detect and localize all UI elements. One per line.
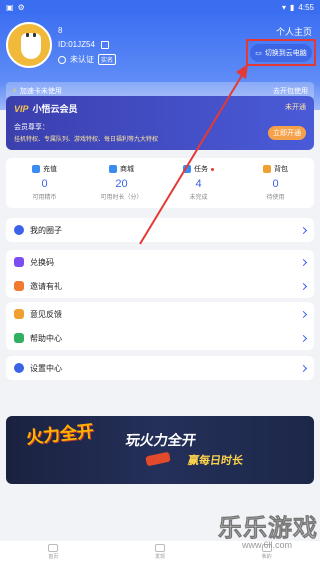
avatar[interactable] [6,22,52,68]
circle-icon [14,225,24,235]
chevron-right-icon [299,364,308,372]
vip-title: 小悟云会员 [32,104,78,114]
backpack-icon [263,165,271,173]
stat-desc: 可用时长（分） [100,195,143,201]
menu-label: 兑换码 [30,257,54,267]
menu-label: 意见反馈 [30,309,62,319]
menu-item-invite[interactable]: 邀请有礼 [6,274,314,298]
chevron-right-icon [299,310,308,318]
homepage-link[interactable]: 个人主页 [276,25,312,38]
user-id-row: ID:01JZ54 [58,40,109,49]
menu-label: 设置中心 [30,363,62,373]
bolt-icon: ⚡ [12,88,17,95]
plane-icon [145,451,171,467]
nav-discover[interactable]: 发现 [107,541,214,563]
stats-card: 充值 0 可用精币 商城 20 可用时长（分） 任务 4 未完成 背包 0 待使… [6,158,314,208]
feedback-icon [14,309,24,319]
chevron-right-icon [299,258,308,266]
stat-value: 0 [272,178,279,190]
notification-dot [211,167,214,171]
vip-perks: 挂机特权、专属队列、游戏特权、每日福利等九大特权 [14,137,159,143]
nav-home[interactable]: 首页 [0,541,107,563]
menu-label: 帮助中心 [30,333,62,343]
menu-item-help[interactable]: 帮助中心 [6,326,314,350]
stat-title: 商城 [120,166,134,173]
gift-icon [14,281,24,291]
verify-tag: 实名 [98,54,117,65]
status-bar: ▣ ⚙ ▾ ▮ 4:55 [0,0,320,14]
vip-perk-label: 会员尊享： [14,124,49,131]
speed-card-link[interactable]: 去开包使用 [273,86,308,96]
chevron-right-icon [299,282,308,290]
gear-icon: ⚙ [17,2,25,12]
stat-title: 任务 [194,166,208,173]
vip-logo: VIP [14,103,29,114]
gear-icon [14,363,24,373]
stat-shop[interactable]: 商城 20 可用时长（分） [83,158,160,208]
stat-desc: 未完成 [189,195,208,201]
promo-banner[interactable]: 火力全开 玩火力全开 赢每日时长 [6,416,314,484]
task-icon [183,165,191,173]
stat-title: 背包 [274,166,288,173]
stat-value: 4 [195,178,202,190]
watermark-url: www.6ll.com [241,540,292,550]
settings-card: 设置中心 [6,356,314,380]
user-id: ID:01JZ54 [58,40,95,49]
vip-open-button[interactable]: 立即开通 [268,126,306,140]
wifi-icon: ▾ [282,2,287,12]
ticket-icon [14,257,24,267]
banner-left-text: 火力全开 [25,421,95,448]
stat-desc: 可用精币 [32,195,57,201]
verify-icon [58,55,66,64]
stat-backpack[interactable]: 背包 0 待使用 [237,158,314,208]
username: 8 [58,26,63,35]
menu-item-feedback[interactable]: 意见反馈 [6,302,314,326]
circle-card: 我的圈子 [6,218,314,242]
home-icon [48,544,59,552]
menu-item-circle[interactable]: 我的圈子 [6,218,314,242]
stat-tasks[interactable]: 任务 4 未完成 [160,158,237,208]
vip-status: 未开通 [285,104,306,111]
battery-icon: ▮ [290,2,295,12]
stat-desc: 待使用 [266,195,285,201]
menu-item-redeem-code[interactable]: 兑换码 [6,250,314,274]
banner-main-text: 玩火力全开 [124,432,198,448]
shop-icon [109,165,117,173]
nav-label: 我的 [261,554,272,560]
stat-title: 充值 [43,166,57,173]
menu-group-1: 兑换码 邀请有礼 [6,250,314,298]
menu-item-settings[interactable]: 设置中心 [6,356,314,380]
menu-label: 我的圈子 [30,225,62,235]
banner-sub-text: 赢每日时长 [187,455,244,467]
verify-status: 未认证 [70,55,94,64]
watermark-logo: 乐乐游戏 [218,515,318,543]
status-time: 4:55 [298,2,314,12]
chevron-right-icon [299,226,308,234]
menu-group-2: 意见反馈 帮助中心 [6,302,314,350]
speed-card-text: 加速卡未使用 [19,88,62,95]
vip-title-row: VIP 小悟云会员 [14,102,78,115]
chevron-right-icon [299,334,308,342]
stat-recharge[interactable]: 充值 0 可用精币 [6,158,83,208]
stat-value: 0 [41,178,48,190]
stat-value: 20 [115,178,128,190]
menu-label: 邀请有礼 [30,281,62,291]
nav-label: 首页 [48,554,59,560]
help-icon [14,333,24,343]
image-icon: ▣ [6,2,14,12]
wallet-icon [32,165,40,173]
vip-card[interactable]: VIP 小悟云会员 未开通 会员尊享： 挂机特权、专属队列、游戏特权、每日福利等… [6,96,314,150]
annotation-box [246,39,316,66]
copy-icon[interactable] [100,40,109,49]
nav-label: 发现 [155,554,166,560]
verify-status-row[interactable]: 未认证 实名 [58,54,117,65]
discover-icon [155,544,165,552]
